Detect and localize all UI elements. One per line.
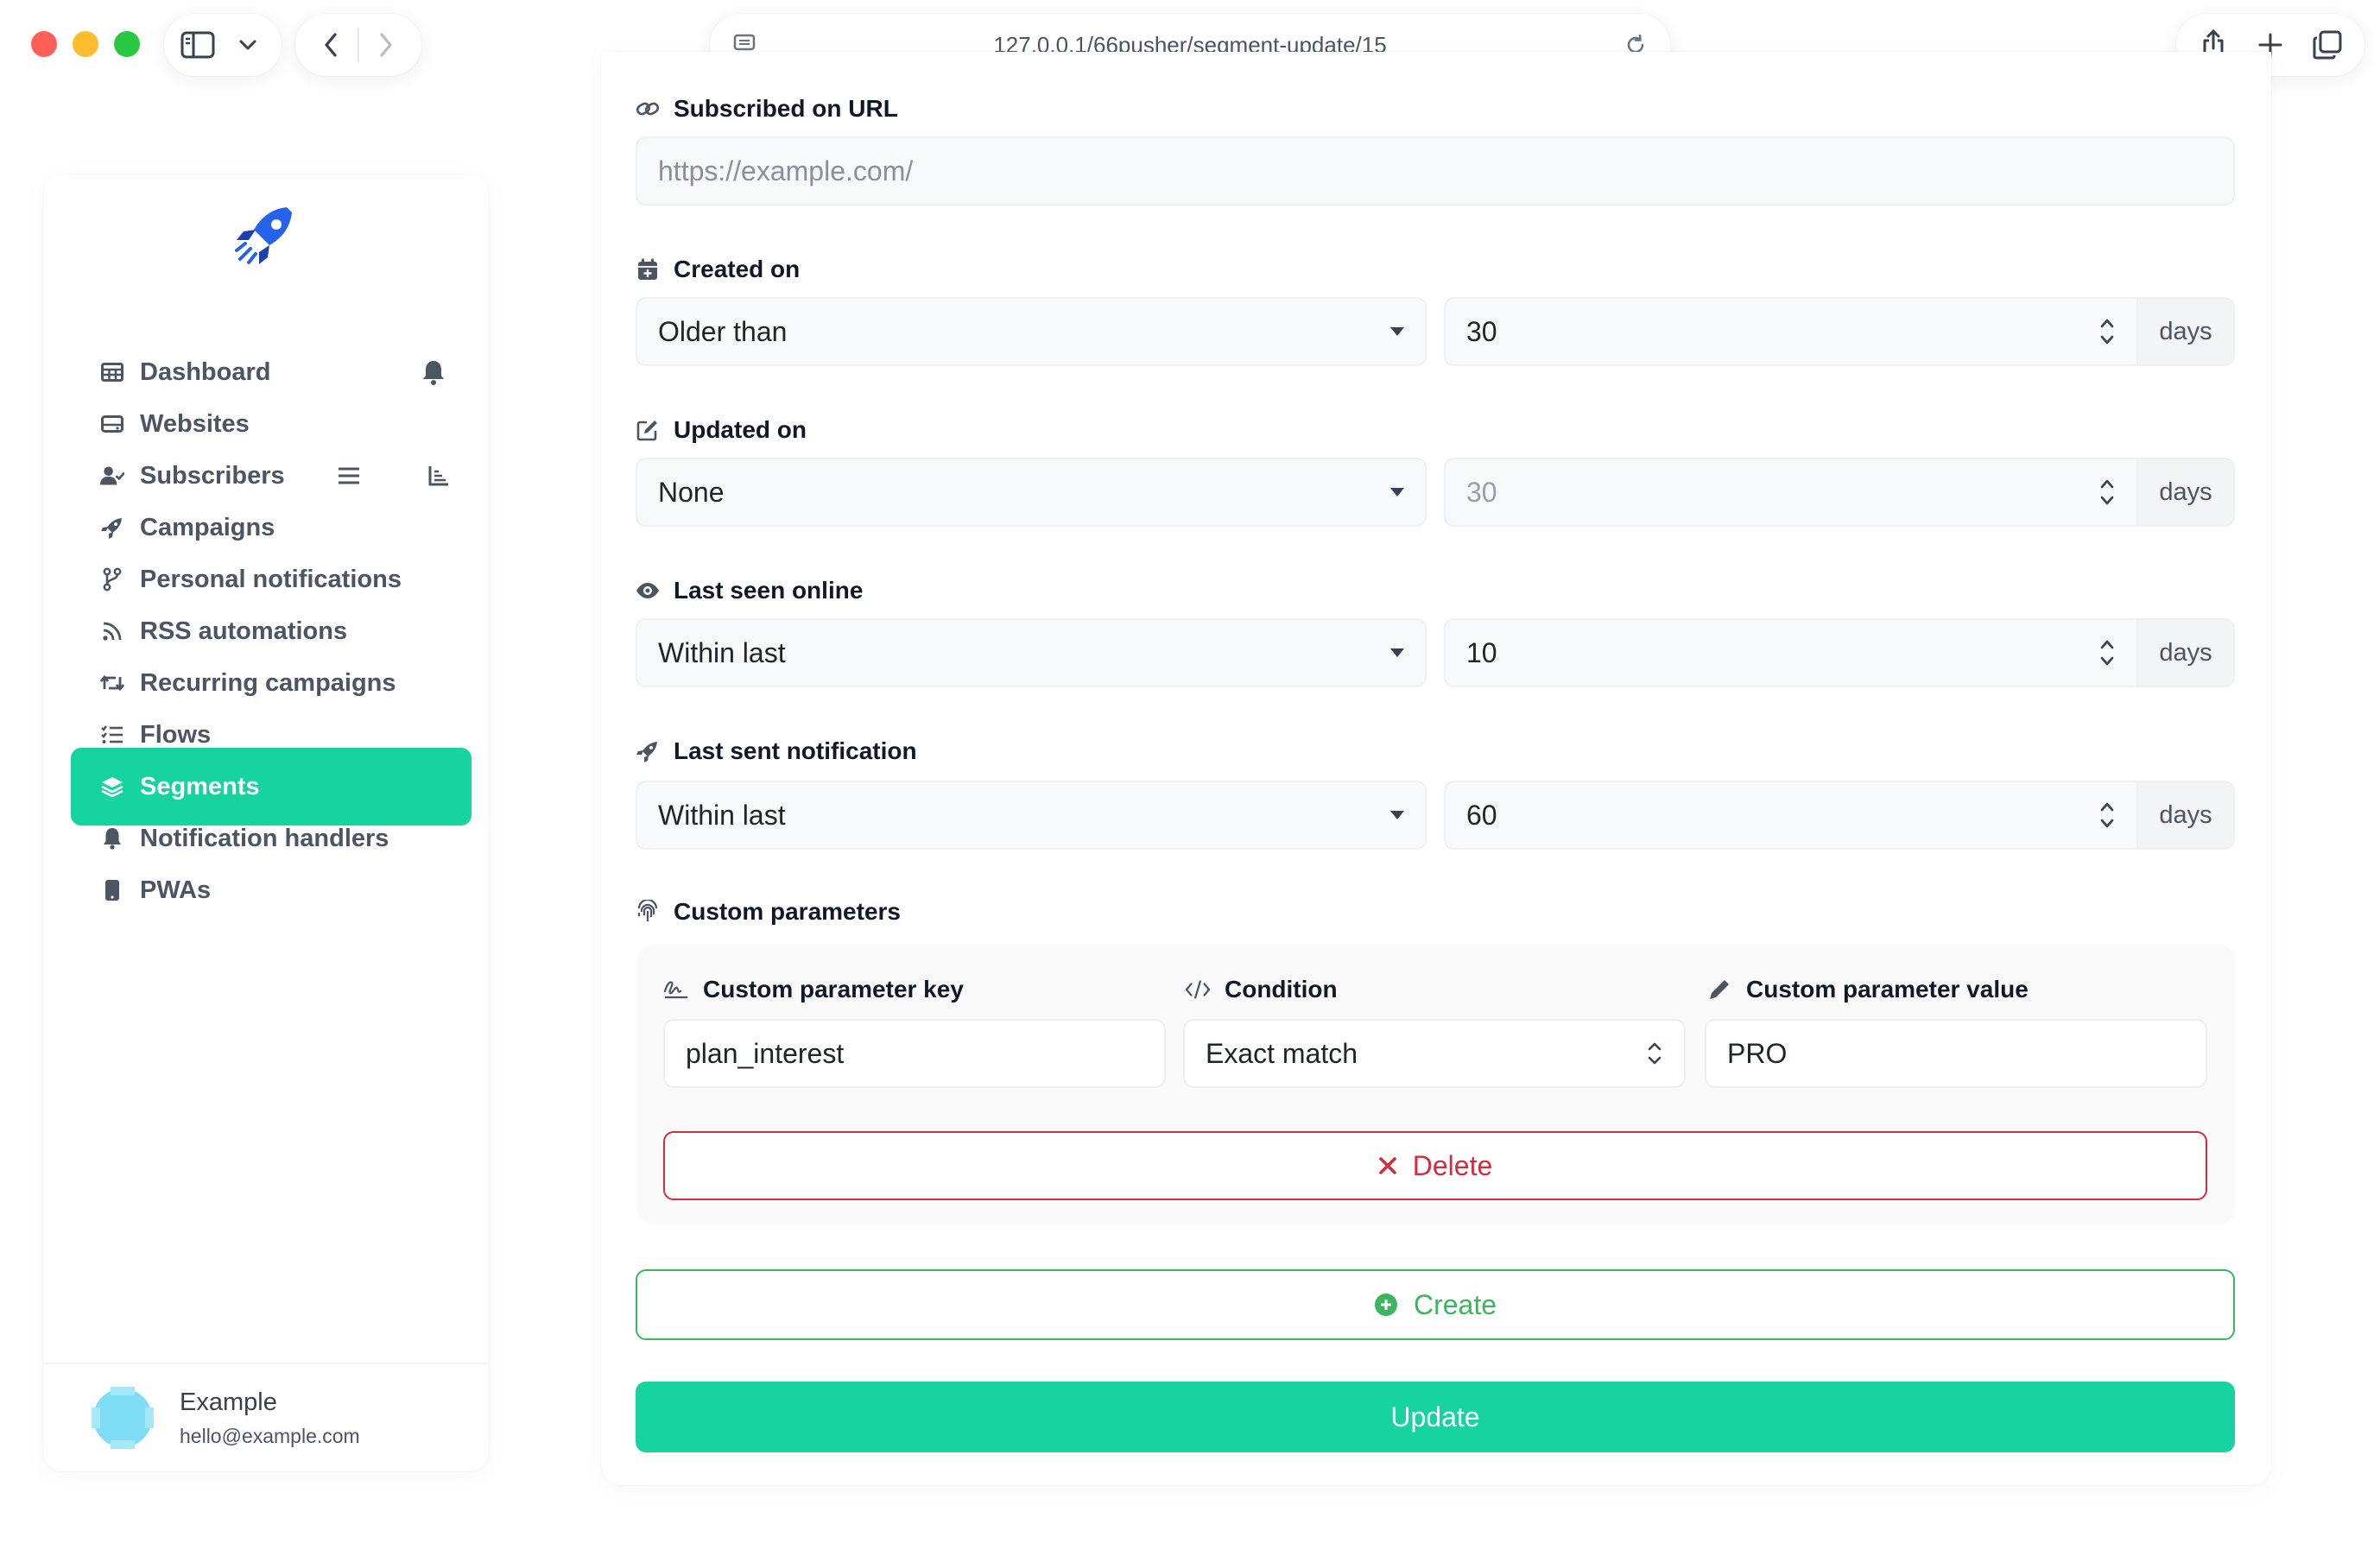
zoom-window-button[interactable] (114, 31, 140, 57)
caret-down-icon (1390, 811, 1404, 819)
tabs-overview-icon[interactable] (2307, 24, 2348, 66)
last-seen-unit: days (2138, 618, 2235, 687)
caret-down-icon (1390, 327, 1404, 336)
rocket-icon (100, 516, 124, 540)
bell-icon (100, 826, 124, 851)
user-check-icon (100, 464, 124, 488)
avatar[interactable] (92, 1387, 154, 1449)
caret-down-icon (1390, 488, 1404, 497)
edit-icon (636, 418, 660, 442)
bell-icon[interactable] (416, 355, 451, 389)
last-seen-condition-select[interactable]: Within last (636, 618, 1427, 687)
updated-on-days-input[interactable]: 30 (1444, 458, 2138, 527)
sidebar-item-label: PWAs (140, 876, 212, 904)
hdd-icon (100, 412, 124, 436)
spinner-icon[interactable] (2098, 477, 2116, 508)
delete-parameter-button[interactable]: Delete (663, 1131, 2207, 1200)
user-name[interactable]: Example (180, 1388, 277, 1417)
created-on-label: Created on (636, 256, 800, 283)
sidebar-item-pwas[interactable]: PWAs (71, 851, 472, 929)
close-icon (1378, 1156, 1397, 1175)
subscribed-url-label: Subscribed on URL (636, 95, 898, 123)
sidebar-item-label: Personal notifications (140, 565, 402, 593)
sidebar-toggle-group (164, 14, 282, 76)
custom-parameter-value-input[interactable]: PRO (1705, 1019, 2207, 1088)
created-on-unit: days (2138, 297, 2235, 366)
mobile-icon (100, 878, 124, 902)
updated-on-condition-select[interactable]: None (636, 458, 1427, 527)
last-seen-days-input[interactable]: 10 (1444, 618, 2138, 687)
updated-on-unit: days (2138, 458, 2235, 527)
created-on-days-input[interactable]: 30 (1444, 297, 2138, 366)
layer-group-icon (100, 775, 124, 799)
created-on-condition-select[interactable]: Older than (636, 297, 1427, 366)
plus-circle-icon (1374, 1293, 1398, 1317)
sidebar-item-label: RSS automations (140, 617, 348, 645)
rocket-logo-icon[interactable] (230, 200, 301, 271)
update-button[interactable]: Update (636, 1382, 2235, 1452)
sidebar-item-label: Segments (140, 772, 260, 800)
close-window-button[interactable] (31, 31, 57, 57)
spinner-icon[interactable] (2098, 637, 2116, 668)
sidebar-item-label: Campaigns (140, 513, 275, 541)
select-arrows-icon (1646, 1040, 1663, 1067)
sidebar-item-label: Websites (140, 409, 250, 438)
last-sent-label: Last sent notification (636, 737, 917, 765)
window-controls (31, 31, 140, 57)
retweet-icon (100, 671, 124, 695)
forward-icon[interactable] (365, 24, 407, 66)
sidebar-divider (43, 1363, 489, 1364)
caret-down-icon (1390, 648, 1404, 657)
chevron-down-icon[interactable] (227, 24, 269, 66)
code-branch-icon (100, 567, 124, 591)
back-icon[interactable] (310, 24, 351, 66)
code-icon (1185, 977, 1211, 1002)
table-icon (100, 360, 124, 384)
custom-parameter-key-input[interactable]: plan_interest (663, 1019, 1166, 1088)
sidebar-item-label: Dashboard (140, 357, 271, 386)
subscribed-url-input[interactable]: https://example.com/ (636, 136, 2235, 206)
custom-parameter-condition-label: Condition (1185, 976, 1338, 1003)
last-sent-unit: days (2138, 781, 2235, 850)
sidebar-item-label: Subscribers (140, 461, 285, 490)
custom-parameter-value-label: Custom parameter value (1706, 976, 2029, 1003)
last-sent-days-input[interactable]: 60 (1444, 781, 2138, 850)
sidebar-item-label: Flows (140, 720, 212, 749)
updated-on-label: Updated on (636, 416, 807, 444)
rocket-icon (636, 739, 660, 763)
custom-parameter-key-label: Custom parameter key (663, 976, 964, 1003)
fingerprint-icon (636, 900, 660, 924)
list-check-icon (100, 723, 124, 747)
last-seen-label: Last seen online (636, 577, 863, 604)
calendar-plus-icon (636, 257, 660, 281)
eye-icon (636, 579, 660, 603)
chart-bar-icon[interactable] (421, 459, 456, 493)
sidebar-item-label: Notification handlers (140, 824, 389, 852)
sidebar-item-label: Recurring campaigns (140, 668, 396, 697)
rss-icon (100, 619, 124, 643)
user-email: hello@example.com (180, 1425, 360, 1447)
minimize-window-button[interactable] (73, 31, 98, 57)
spinner-icon[interactable] (2098, 800, 2116, 831)
custom-parameter-condition-select[interactable]: Exact match (1183, 1019, 1686, 1088)
spinner-icon[interactable] (2098, 316, 2116, 347)
link-icon (636, 97, 660, 121)
history-nav (295, 14, 421, 76)
sidebar: Dashboard Websites Subscribers Campaigns (43, 174, 489, 1471)
create-parameter-button[interactable]: Create (636, 1269, 2235, 1340)
pencil-icon (1706, 977, 1732, 1002)
list-icon[interactable] (332, 459, 366, 493)
signature-icon (663, 977, 689, 1002)
last-sent-condition-select[interactable]: Within last (636, 781, 1427, 850)
sidebar-toggle-icon[interactable] (177, 24, 218, 66)
custom-parameters-label: Custom parameters (636, 898, 901, 926)
